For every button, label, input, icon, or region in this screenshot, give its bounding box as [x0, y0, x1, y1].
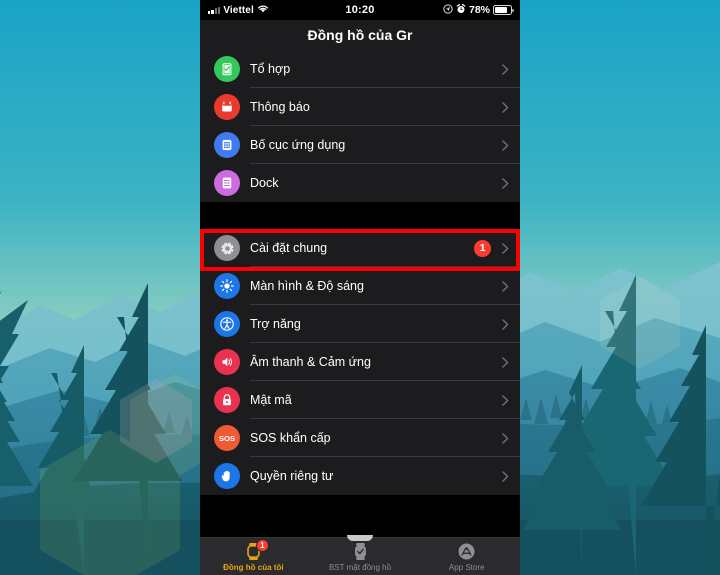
hand-privacy-icon — [214, 463, 240, 489]
chevron-right-icon — [498, 100, 512, 114]
page-title: Đồng hồ của Gr — [200, 20, 520, 50]
checklist-icon — [214, 56, 240, 82]
tab-label: BST mặt đồng hồ — [328, 562, 392, 572]
list-item-label: Mật mã — [250, 393, 292, 407]
lock-icon — [214, 387, 240, 413]
list-item-label: Trợ năng — [250, 317, 301, 331]
tab-dong-ho-cua-toi[interactable]: 1 Đồng hồ của tôi — [200, 538, 307, 575]
list-item-label: Quyền riêng tư — [250, 469, 334, 483]
list-item-label: Âm thanh & Cảm ứng — [250, 355, 371, 369]
chevron-right-icon — [498, 355, 512, 369]
chevron-right-icon — [498, 138, 512, 152]
alarm-clock-icon — [456, 3, 466, 17]
accessibility-icon — [214, 311, 240, 337]
list-item-quyen-rieng-tu[interactable]: Quyền riêng tư — [200, 457, 520, 495]
brightness-icon — [214, 273, 240, 299]
sos-icon: SOS — [214, 425, 240, 451]
tab-label: App Store — [448, 562, 485, 572]
chevron-right-icon — [498, 317, 512, 331]
list-item-tro-nang[interactable]: Trợ năng — [200, 305, 520, 343]
group-apps: Tổ hợp Thông báo Bố cục ứng dụng Dock — [200, 50, 520, 202]
list-item-label: Cài đặt chung — [250, 241, 328, 255]
settings-list: Tổ hợp Thông báo Bố cục ứng dụng Dock Cà… — [200, 50, 520, 521]
speaker-icon — [214, 349, 240, 375]
list-item-dock[interactable]: Dock — [200, 164, 520, 202]
list-item-label: Dock — [250, 176, 279, 190]
chevron-right-icon — [498, 469, 512, 483]
gear-icon — [214, 235, 240, 261]
chevron-right-icon — [498, 241, 512, 255]
battery-icon — [493, 5, 514, 15]
group-spacer — [200, 202, 520, 229]
app-store-icon — [457, 542, 476, 562]
tab-bst-mat-dong-ho[interactable]: BST mặt đồng hồ — [307, 538, 414, 575]
list-item-label: Tổ hợp — [250, 62, 291, 76]
list-item-label: Bố cục ứng dụng — [250, 138, 346, 152]
chevron-right-icon — [498, 62, 512, 76]
tab-app-store[interactable]: App Store — [413, 538, 520, 575]
list-item-cai-dat-chung[interactable]: Cài đặt chung 1 — [200, 229, 520, 267]
tab-badge: 1 — [255, 538, 269, 552]
tab-label: Đồng hồ của tôi — [223, 562, 284, 572]
home-indicator — [347, 535, 373, 541]
list-item-mat-ma[interactable]: Mật mã — [200, 381, 520, 419]
tab-bar: 1 Đồng hồ của tôi BST mặt đồng hồ App St… — [200, 535, 520, 575]
list-item-to-hop[interactable]: Tổ hợp — [200, 50, 520, 88]
dock-icon — [214, 170, 240, 196]
list-item-label: Thông báo — [250, 100, 310, 114]
svg-text:SOS: SOS — [219, 434, 235, 443]
group-settings: Cài đặt chung 1 Màn hình & Độ sáng Trợ n… — [200, 229, 520, 495]
chevron-right-icon — [498, 393, 512, 407]
list-item-sos-khan-cap[interactable]: SOS SOS khẩn cấp — [200, 419, 520, 457]
status-badge: 1 — [474, 239, 491, 257]
list-item-am-thanh-cam-ung[interactable]: Âm thanh & Cảm ứng — [200, 343, 520, 381]
status-bar: Viettel 10:20 78% — [200, 0, 520, 20]
bottom-spacer — [200, 495, 520, 521]
battery-percent-label: 78% — [468, 4, 490, 16]
status-bar-right: 78% — [443, 0, 514, 20]
watch-icon: 1 — [245, 538, 269, 562]
watch-face-icon — [352, 542, 369, 562]
chevron-right-icon — [498, 176, 512, 190]
chevron-right-icon — [498, 431, 512, 445]
list-item-label: Màn hình & Độ sáng — [250, 279, 364, 293]
list-item-thong-bao[interactable]: Thông báo — [200, 88, 520, 126]
list-item-label: SOS khẩn cấp — [250, 431, 331, 445]
list-item-bo-cuc-ung-dung[interactable]: Bố cục ứng dụng — [200, 126, 520, 164]
list-item-man-hinh-do-sang[interactable]: Màn hình & Độ sáng — [200, 267, 520, 305]
app-layout-icon — [214, 132, 240, 158]
chevron-right-icon — [498, 279, 512, 293]
phone-screen: Viettel 10:20 78% Đồng hồ của Gr Tổ hợp … — [200, 0, 520, 575]
notification-icon — [214, 94, 240, 120]
location-arrow-icon — [443, 3, 453, 17]
